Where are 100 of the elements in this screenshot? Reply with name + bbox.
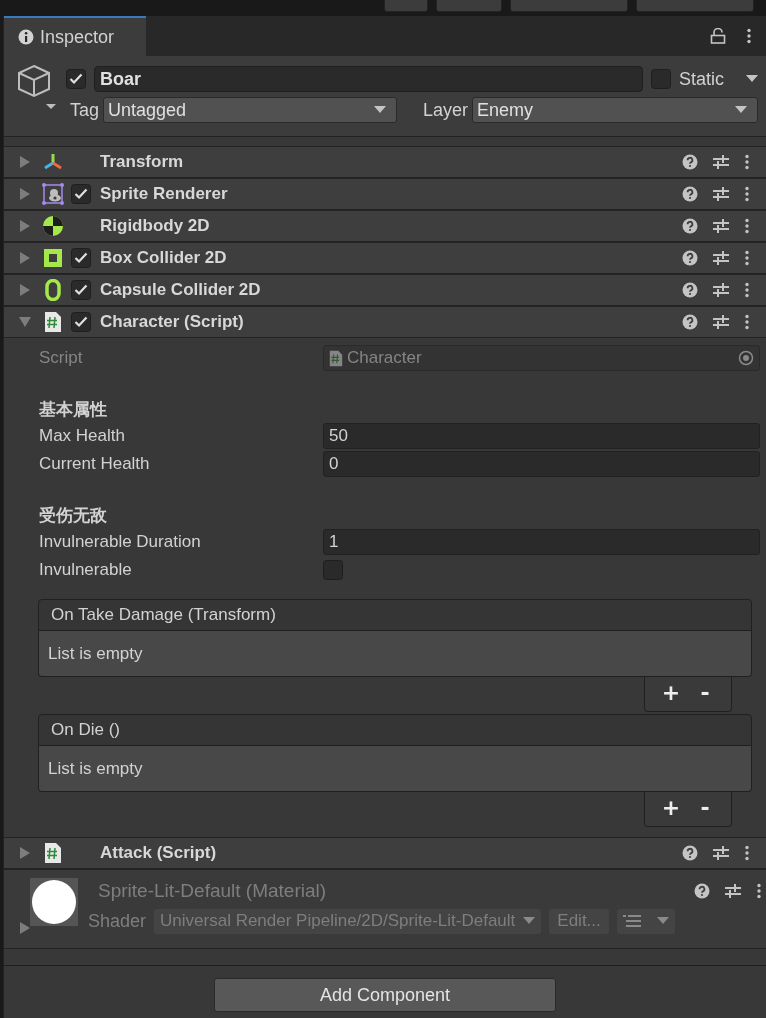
capsule-collider-icon bbox=[45, 279, 61, 301]
checkbox[interactable] bbox=[66, 69, 86, 89]
checkbox[interactable] bbox=[71, 248, 91, 268]
script-file-icon bbox=[329, 349, 343, 367]
component-title: Box Collider 2D bbox=[100, 248, 227, 268]
number-field[interactable]: 1 bbox=[323, 529, 760, 555]
layer-label: Layer bbox=[423, 99, 469, 121]
sliders-icon[interactable] bbox=[712, 314, 730, 330]
ball-icon bbox=[42, 215, 64, 237]
checkbox[interactable] bbox=[71, 280, 91, 300]
name-field[interactable]: Boar bbox=[94, 66, 643, 92]
foldout-arrow-icon[interactable] bbox=[20, 188, 30, 200]
component-header[interactable]: Sprite Renderer bbox=[4, 178, 766, 210]
field-label: Invulnerable bbox=[39, 560, 133, 580]
static-label: Static bbox=[678, 68, 724, 90]
foldout-arrow-icon[interactable] bbox=[20, 847, 30, 859]
material-preview bbox=[30, 878, 78, 926]
sprite-frame-icon bbox=[42, 183, 64, 205]
component-title: Attack (Script) bbox=[100, 843, 217, 863]
section-header: 基本属性 bbox=[39, 399, 108, 421]
foldout-arrow-icon[interactable] bbox=[20, 156, 30, 168]
sliders-icon[interactable] bbox=[712, 250, 730, 266]
square-collider-icon bbox=[43, 248, 63, 268]
sliders-icon[interactable] bbox=[712, 186, 730, 202]
list-icon bbox=[622, 915, 641, 927]
add-button[interactable]: + bbox=[655, 679, 687, 707]
field-label: Current Health bbox=[39, 454, 151, 474]
help-icon[interactable] bbox=[694, 883, 710, 899]
sliders-icon[interactable] bbox=[724, 883, 742, 899]
menu-icon[interactable] bbox=[744, 250, 750, 266]
sliders-icon[interactable] bbox=[712, 154, 730, 170]
menu-icon[interactable] bbox=[746, 28, 752, 44]
section-header: 受伤无敌 bbox=[39, 505, 108, 527]
menu-icon[interactable] bbox=[744, 218, 750, 234]
foldout-arrow-icon[interactable] bbox=[20, 252, 30, 264]
empty-list-message: List is empty bbox=[38, 631, 752, 677]
tag-label: Tag bbox=[70, 99, 100, 121]
axis-gizmo-icon bbox=[42, 152, 64, 172]
component-header[interactable]: Capsule Collider 2D bbox=[4, 274, 766, 306]
help-icon[interactable] bbox=[682, 845, 698, 861]
help-icon[interactable] bbox=[682, 314, 698, 330]
component-title: Capsule Collider 2D bbox=[100, 280, 261, 300]
layer-dropdown[interactable]: Enemy bbox=[472, 97, 758, 123]
cube-icon[interactable] bbox=[16, 64, 58, 110]
tag-dropdown[interactable]: Untagged bbox=[103, 97, 398, 123]
menu-icon[interactable] bbox=[756, 883, 762, 899]
menu-icon[interactable] bbox=[744, 186, 750, 202]
sliders-icon[interactable] bbox=[712, 845, 730, 861]
menu-icon[interactable] bbox=[744, 845, 750, 861]
number-field[interactable]: 0 bbox=[323, 451, 760, 477]
checkbox[interactable] bbox=[71, 184, 91, 204]
help-icon[interactable] bbox=[682, 282, 698, 298]
field-label: Invulnerable Duration bbox=[39, 532, 202, 552]
menu-icon[interactable] bbox=[744, 282, 750, 298]
caret-icon bbox=[735, 106, 747, 114]
number-field[interactable]: 50 bbox=[323, 423, 760, 449]
sliders-icon[interactable] bbox=[712, 218, 730, 234]
event-header: On Take Damage (Transform) bbox=[38, 599, 752, 631]
component-header[interactable]: Transform bbox=[4, 146, 766, 178]
checkbox[interactable] bbox=[71, 312, 91, 332]
inspector-tab[interactable]: Inspector bbox=[4, 16, 146, 56]
caret-icon bbox=[656, 917, 669, 925]
foldout-arrow-icon[interactable] bbox=[20, 284, 30, 296]
component-header[interactable]: Box Collider 2D bbox=[4, 242, 766, 274]
component-title: Sprite Renderer bbox=[100, 184, 228, 204]
help-icon[interactable] bbox=[682, 218, 698, 234]
info-icon bbox=[18, 29, 34, 45]
lock-icon[interactable] bbox=[710, 28, 726, 44]
foldout-arrow-icon[interactable] bbox=[20, 922, 30, 934]
list-dropdown[interactable] bbox=[616, 908, 675, 934]
component-header[interactable]: Attack (Script) bbox=[4, 837, 766, 869]
help-icon[interactable] bbox=[682, 250, 698, 266]
script-file-icon bbox=[44, 311, 62, 333]
checkbox[interactable] bbox=[323, 560, 343, 580]
component-title: Character (Script) bbox=[100, 312, 244, 332]
caret-icon bbox=[523, 917, 536, 925]
foldout-arrow-icon[interactable] bbox=[19, 317, 31, 327]
caret-icon bbox=[374, 106, 387, 114]
script-file-icon bbox=[44, 842, 62, 864]
help-icon[interactable] bbox=[682, 186, 698, 202]
field-label: Script bbox=[39, 348, 84, 368]
shader-label: Shader bbox=[88, 910, 147, 932]
component-title: Rigidbody 2D bbox=[100, 216, 210, 236]
component-header[interactable]: Rigidbody 2D bbox=[4, 210, 766, 242]
caret-icon[interactable] bbox=[746, 75, 758, 83]
add-component-button[interactable]: Add Component bbox=[214, 978, 556, 1012]
empty-list-message: List is empty bbox=[38, 746, 752, 792]
sliders-icon[interactable] bbox=[712, 282, 730, 298]
add-button[interactable]: + bbox=[655, 794, 687, 822]
component-header[interactable]: Character (Script) bbox=[4, 306, 766, 338]
menu-icon[interactable] bbox=[744, 154, 750, 170]
foldout-arrow-icon[interactable] bbox=[20, 220, 30, 232]
menu-icon[interactable] bbox=[744, 314, 750, 330]
help-icon[interactable] bbox=[682, 154, 698, 170]
checkbox[interactable] bbox=[650, 69, 671, 89]
remove-button[interactable]: - bbox=[689, 679, 721, 707]
remove-button[interactable]: - bbox=[689, 794, 721, 822]
field-label: Max Health bbox=[39, 426, 126, 446]
component-title: Transform bbox=[100, 152, 184, 172]
material-title: Sprite-Lit-Default (Material) bbox=[98, 880, 327, 902]
